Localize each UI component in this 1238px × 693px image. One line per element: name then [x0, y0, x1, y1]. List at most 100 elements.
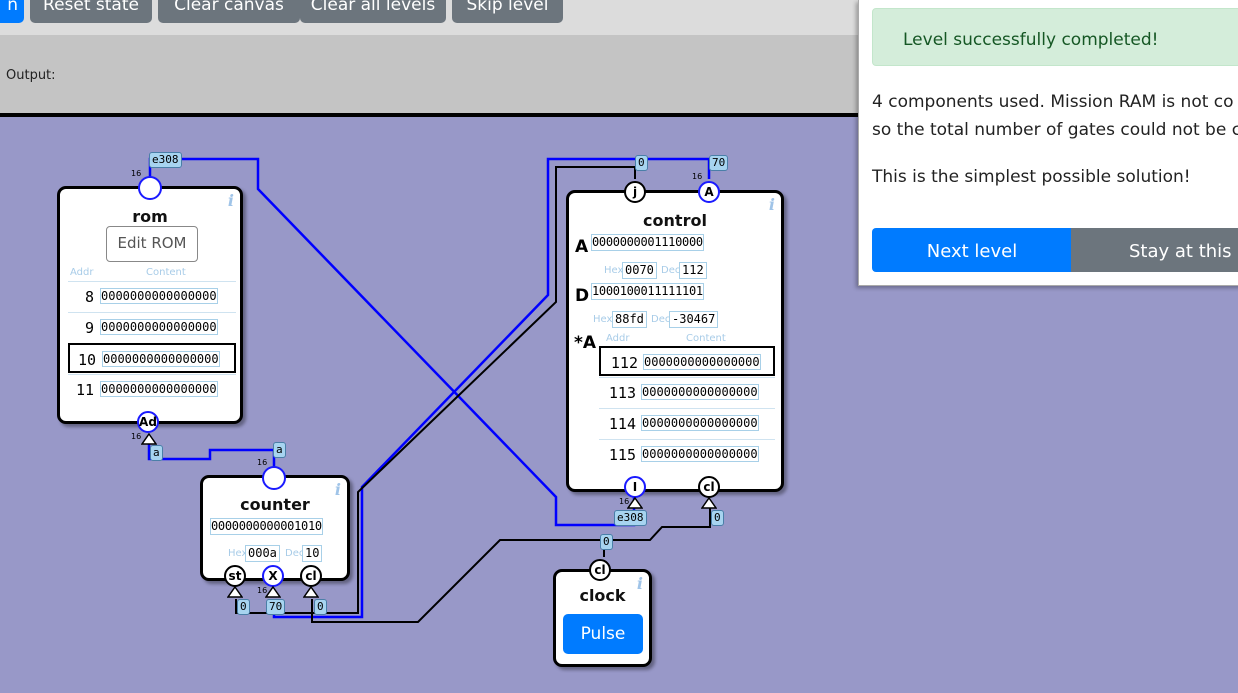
- rom-title: rom: [132, 207, 168, 226]
- counter-st-pin[interactable]: st: [224, 565, 246, 587]
- table-row[interactable]: 115 0000000000000000: [599, 439, 775, 469]
- reg-d-bits: 1000100011111101: [591, 283, 704, 300]
- reg-d-dec: -30467: [669, 311, 719, 328]
- reg-a-label: A: [575, 237, 589, 257]
- control-i-pin[interactable]: I: [624, 476, 646, 498]
- control-row-content[interactable]: 0000000000000000: [643, 354, 761, 370]
- rom-row-addr: 11: [75, 381, 94, 399]
- info-icon[interactable]: i: [228, 191, 234, 210]
- control-row-addr: 115: [608, 446, 636, 464]
- rom-row-content[interactable]: 0000000000000000: [100, 319, 218, 335]
- table-row[interactable]: 114 0000000000000000: [599, 408, 775, 438]
- control-j-value: 0: [635, 155, 648, 171]
- counter-out-value: a: [273, 442, 286, 458]
- counter-value-bits: 0000000000001010: [210, 518, 323, 535]
- rom-row-content[interactable]: 0000000000000000: [100, 288, 218, 304]
- info-icon[interactable]: i: [637, 574, 643, 593]
- skip-level-button[interactable]: Skip level: [452, 0, 563, 23]
- rom-addr-value: a: [150, 445, 163, 461]
- reg-a-dec: 112: [679, 262, 707, 279]
- control-row-content[interactable]: 0000000000000000: [641, 415, 759, 431]
- next-level-button[interactable]: Next level: [872, 228, 1072, 272]
- output-label: Output:: [6, 68, 56, 83]
- counter-x-value: 70: [266, 599, 286, 615]
- control-row-addr: 112: [610, 354, 638, 372]
- info-icon[interactable]: i: [335, 480, 341, 499]
- reg-d-hex: 88fd: [612, 311, 647, 328]
- rom-row-content[interactable]: 0000000000000000: [100, 381, 218, 397]
- clear-all-levels-button[interactable]: Clear all levels: [300, 0, 446, 23]
- control-i-value: e308: [614, 510, 647, 526]
- control-cl-arrow-icon: [701, 497, 717, 509]
- result-panel: Level successfully completed! 4 componen…: [858, 0, 1238, 286]
- counter-st-value: 0: [237, 599, 250, 615]
- table-row[interactable]: 8 0000000000000000: [68, 281, 236, 311]
- rom-content-header: Content: [146, 267, 186, 278]
- edit-rom-button[interactable]: Edit ROM: [106, 226, 198, 262]
- counter-in-pin[interactable]: [262, 466, 286, 490]
- reg-d-label: D: [575, 286, 590, 306]
- info-icon[interactable]: i: [769, 195, 775, 214]
- reg-a-hex: 0070: [622, 262, 657, 279]
- counter-in-bits: 16: [257, 458, 268, 467]
- rom-table: 8 0000000000000000 9 0000000000000000 10 0000…: [68, 281, 236, 405]
- clock-node[interactable]: clock i Pulse: [553, 569, 652, 667]
- table-row[interactable]: 112 0000000000000000: [599, 346, 775, 376]
- counter-x-pin[interactable]: X: [262, 565, 284, 587]
- counter-hex-value: 000a: [245, 545, 280, 562]
- stay-level-button[interactable]: Stay at this le: [1071, 228, 1238, 272]
- counter-cl-value: 0: [314, 599, 327, 615]
- reg-d-hex-label: Hex: [593, 314, 613, 325]
- mem-label: *A: [574, 333, 597, 353]
- rom-in-value: e308: [149, 152, 182, 168]
- wire-counter-out: [147, 435, 276, 477]
- mem-content-header: Content: [686, 333, 726, 344]
- clock-cl-pin[interactable]: cl: [589, 559, 611, 581]
- table-row[interactable]: 10 0000000000000000: [68, 343, 236, 373]
- reset-state-button[interactable]: Reset state: [30, 0, 152, 23]
- control-j-pin[interactable]: j: [624, 181, 646, 203]
- rom-row-content[interactable]: 0000000000000000: [102, 351, 220, 367]
- run-button[interactable]: n: [0, 0, 24, 23]
- control-node[interactable]: control i A 0000000001110000 Hex 0070 De…: [566, 190, 784, 492]
- counter-title: counter: [240, 495, 310, 514]
- result-line-2: so the total number of gates could not b…: [872, 120, 1238, 140]
- table-row[interactable]: 113 0000000000000000: [599, 377, 775, 407]
- table-row[interactable]: 11 0000000000000000: [68, 374, 236, 404]
- control-i-arrow-icon: [627, 497, 643, 509]
- rom-in-pin[interactable]: [138, 176, 162, 200]
- rom-in-bits: 16: [131, 169, 142, 178]
- rom-row-addr: 10: [77, 351, 96, 369]
- counter-st-arrow-icon: [227, 586, 243, 598]
- control-a-value: 70: [709, 155, 729, 171]
- counter-cl-pin[interactable]: cl: [300, 565, 322, 587]
- clock-title: clock: [579, 586, 626, 605]
- rom-row-addr: 8: [84, 288, 94, 306]
- control-row-addr: 114: [608, 415, 636, 433]
- rom-addr-pin[interactable]: Ad: [137, 411, 159, 433]
- reg-d-dec-label: Dec: [651, 314, 671, 325]
- control-title: control: [643, 211, 707, 230]
- control-cl-value: 0: [711, 510, 724, 526]
- result-line-1: 4 components used. Mission RAM is not co: [872, 92, 1234, 112]
- control-a-bits: 16: [692, 172, 703, 181]
- table-row[interactable]: 9 0000000000000000: [68, 312, 236, 342]
- rom-addr-header: Addr: [70, 267, 94, 278]
- pulse-button[interactable]: Pulse: [563, 614, 643, 654]
- rom-node[interactable]: rom i Edit ROM Addr Content 8 00000000000…: [57, 186, 243, 424]
- rom-addr-bits: 16: [131, 432, 142, 441]
- control-cl-pin[interactable]: cl: [698, 476, 720, 498]
- counter-x-arrow-icon: [265, 586, 281, 598]
- clear-canvas-button[interactable]: Clear canvas: [158, 0, 300, 23]
- control-row-content[interactable]: 0000000000000000: [641, 446, 759, 462]
- clock-out-value: 0: [600, 534, 613, 550]
- counter-dec-value: 10: [302, 545, 323, 562]
- reg-a-hex-label: Hex: [604, 265, 624, 276]
- rom-row-addr: 9: [84, 319, 94, 337]
- mem-table: 112 0000000000000000 113 0000000000000000 11…: [599, 346, 775, 470]
- counter-cl-arrow-icon: [303, 586, 319, 598]
- control-a-pin[interactable]: A: [698, 181, 720, 203]
- success-alert: Level successfully completed!: [872, 8, 1238, 66]
- control-row-content[interactable]: 0000000000000000: [641, 384, 759, 400]
- rom-addr-arrow-icon: [141, 433, 157, 445]
